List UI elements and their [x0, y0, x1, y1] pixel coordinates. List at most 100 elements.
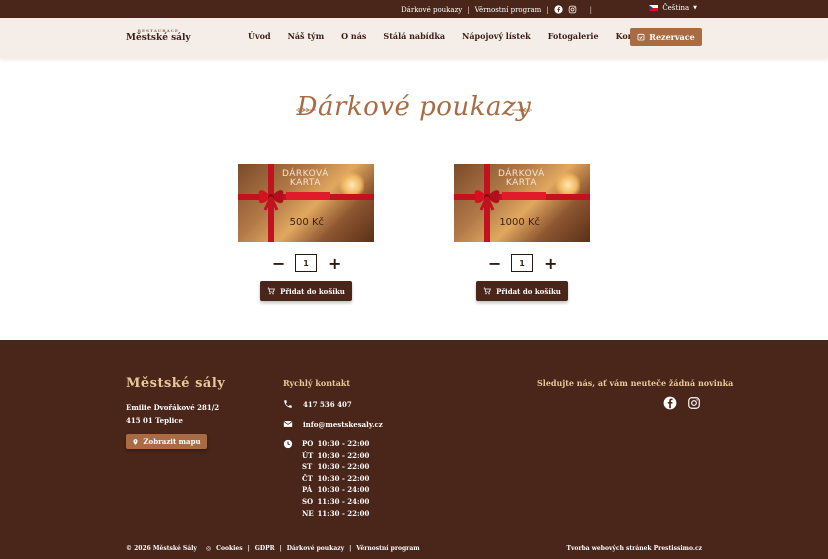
- opening-hours: PO 10:30 - 22:00 ÚT 10:30 - 22:00 ST 10:…: [302, 438, 369, 519]
- increase-quantity-button[interactable]: +: [328, 254, 341, 273]
- page-title: Dárkové poukazy: [296, 92, 532, 122]
- quantity-stepper: − 1 +: [272, 253, 341, 273]
- czech-flag-icon: [649, 5, 659, 11]
- add-to-cart-label: Přidat do košíku: [496, 286, 561, 296]
- hours-row: PÁ 10:30 - 24:00: [302, 484, 369, 496]
- title-ornament-right: [512, 108, 532, 112]
- increase-quantity-button[interactable]: +: [544, 254, 557, 273]
- nav-item-fotogalerie[interactable]: Fotogalerie: [548, 31, 599, 41]
- separator: |: [467, 5, 470, 14]
- separator: |: [247, 545, 250, 552]
- decrease-quantity-button[interactable]: −: [272, 254, 285, 273]
- show-map-button[interactable]: Zobrazit mapu: [126, 434, 207, 449]
- hours-row: ČT 10:30 - 22:00: [302, 473, 369, 485]
- separator: |: [589, 5, 592, 14]
- nav-item-uvod[interactable]: Úvod: [248, 31, 271, 41]
- facebook-icon[interactable]: [554, 5, 563, 14]
- instagram-icon[interactable]: [568, 5, 577, 14]
- hours-day: SO: [302, 496, 314, 506]
- top-links: Dárkové poukazy | Věrnostní program | |: [401, 5, 592, 14]
- footer-link-loyalty[interactable]: Věrnostní program: [356, 545, 419, 552]
- hours-time: 10:30 - 22:00: [317, 439, 370, 448]
- logo-text: Městské sály: [126, 33, 191, 43]
- hours-row: SO 11:30 - 24:00: [302, 496, 369, 508]
- separator: |: [279, 545, 282, 552]
- top-utility-bar: Dárkové poukazy | Věrnostní program | | …: [0, 0, 828, 18]
- hours-time: 10:30 - 24:00: [317, 485, 370, 495]
- card-price: 500 Kč: [289, 217, 324, 228]
- instagram-icon[interactable]: [687, 396, 701, 410]
- card-label: DÁRKOVÁ KARTA: [498, 170, 545, 188]
- separator: |: [546, 5, 549, 14]
- hours-day: PÁ: [302, 485, 313, 495]
- hours-day: ČT: [302, 473, 313, 483]
- card-label-line2: KARTA: [289, 178, 321, 188]
- web-credit[interactable]: Tvorba webových stránek Prestissimo.cz: [566, 545, 702, 552]
- nav-item-napojovy-listek[interactable]: Nápojový lístek: [462, 31, 531, 41]
- quantity-input[interactable]: 1: [295, 254, 317, 272]
- hours-time: 10:30 - 22:00: [317, 450, 370, 460]
- gift-card-image[interactable]: DÁRKOVÁ KARTA 500 Kč: [238, 164, 374, 242]
- hours-day: ST: [302, 462, 313, 472]
- quick-contact-title: Rychlý kontakt: [283, 378, 351, 388]
- top-link-loyalty[interactable]: Věrnostní program: [475, 6, 542, 14]
- copyright: © 2026 Městské Sály: [126, 545, 197, 552]
- footer: Městské sály Emilie Dvořákové 281/2 415 …: [0, 340, 828, 559]
- main-navigation: Úvod Náš tým O nás Stálá nabídka Nápojov…: [248, 31, 656, 41]
- hours-row: ÚT 10:30 - 22:00: [302, 450, 369, 462]
- calendar-check-icon: [637, 33, 645, 41]
- footer-link-gift-vouchers[interactable]: Dárkové poukazy: [287, 545, 344, 552]
- quantity-input[interactable]: 1: [511, 254, 533, 272]
- card-banner: [502, 192, 546, 200]
- hours-time: 11:30 - 22:00: [317, 508, 370, 518]
- hours-time: 11:30 - 24:00: [317, 496, 370, 506]
- phone-icon: [284, 400, 292, 408]
- envelope-icon: [283, 421, 293, 427]
- card-label: DÁRKOVÁ KARTA: [282, 170, 329, 188]
- hours-time: 10:30 - 22:00: [317, 462, 370, 472]
- reservation-label: Rezervace: [649, 32, 695, 42]
- footer-link-gdpr[interactable]: GDPR: [255, 545, 275, 552]
- top-link-gift-vouchers[interactable]: Dárkové poukazy: [401, 6, 462, 14]
- cart-icon: [483, 287, 492, 295]
- map-pin-icon: [133, 438, 138, 445]
- logo[interactable]: RESTAURACE Městské sály: [126, 28, 191, 43]
- gift-card-image[interactable]: DÁRKOVÁ KARTA 1000 Kč: [454, 164, 590, 242]
- hours-row: NE 11:30 - 22:00: [302, 508, 369, 520]
- footer-logo[interactable]: Městské sály: [126, 376, 225, 391]
- email-row[interactable]: info@mestskesaly.cz: [283, 419, 383, 429]
- email-address: info@mestskesaly.cz: [303, 419, 383, 429]
- chevron-down-icon: ▼: [693, 5, 697, 11]
- footer-link-cookies[interactable]: Cookies: [216, 545, 242, 552]
- nav-item-o-nas[interactable]: O nás: [341, 31, 366, 41]
- hours-day: ÚT: [302, 450, 314, 460]
- phone-row[interactable]: 417 536 407: [283, 399, 352, 409]
- hours-time: 10:30 - 22:00: [317, 473, 370, 483]
- add-to-cart-button[interactable]: Přidat do košíku: [476, 281, 568, 301]
- nav-item-nas-tym[interactable]: Náš tým: [288, 31, 325, 41]
- card-price: 1000 Kč: [499, 217, 540, 228]
- language-label: Čeština: [662, 4, 690, 12]
- gift-card-product: DÁRKOVÁ KARTA 1000 Kč − 1 + Přidat do ko…: [454, 164, 590, 301]
- hours-day: PO: [302, 439, 314, 448]
- language-switcher[interactable]: Čeština ▼: [649, 4, 697, 12]
- decrease-quantity-button[interactable]: −: [488, 254, 501, 273]
- cookie-icon: ◎: [205, 545, 212, 552]
- add-to-cart-button[interactable]: Přidat do košíku: [260, 281, 352, 301]
- footer-social: [663, 396, 701, 410]
- hours-row: ST 10:30 - 22:00: [302, 461, 369, 473]
- main-header: RESTAURACE Městské sály Úvod Náš tým O n…: [0, 18, 828, 58]
- reservation-button[interactable]: Rezervace: [630, 28, 702, 46]
- facebook-icon[interactable]: [663, 396, 677, 410]
- add-to-cart-label: Přidat do košíku: [280, 286, 345, 296]
- footer-bottom-links: © 2026 Městské Sály ◎ Cookies | GDPR | D…: [126, 545, 420, 552]
- page-title-wrap: Dárkové poukazy: [0, 92, 828, 122]
- nav-item-stala-nabidka[interactable]: Stálá nabídka: [383, 31, 445, 41]
- hours-day: NE: [302, 508, 314, 518]
- footer-address: Emilie Dvořákové 281/2 415 01 Teplice: [126, 401, 219, 427]
- show-map-label: Zobrazit mapu: [143, 437, 201, 446]
- separator: |: [349, 545, 352, 552]
- card-banner: [286, 192, 330, 200]
- address-city: 415 01 Teplice: [126, 416, 184, 425]
- quantity-stepper: − 1 +: [488, 253, 557, 273]
